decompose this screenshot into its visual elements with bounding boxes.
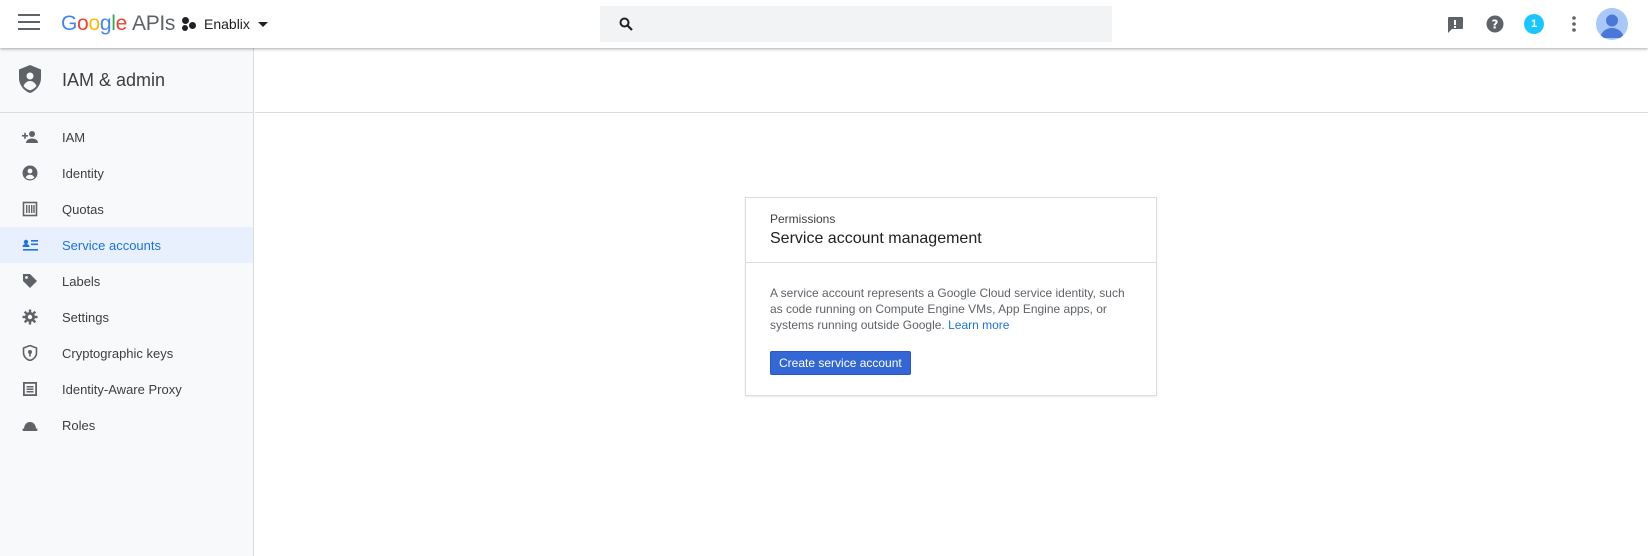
sidebar-item-labels[interactable]: Labels <box>0 263 253 299</box>
iam-shield-icon <box>19 65 41 93</box>
feedback-icon[interactable] <box>1445 14 1465 34</box>
card-overline: Permissions <box>770 212 836 226</box>
svg-text:?: ? <box>1492 18 1499 32</box>
account-avatar[interactable] <box>1596 8 1628 40</box>
learn-more-link[interactable]: Learn more <box>948 318 1009 332</box>
sidebar: IAM & admin IAM Identity Quotas Service … <box>0 48 254 556</box>
sidebar-item-identity[interactable]: Identity <box>0 155 253 191</box>
sidebar-item-cryptographic-keys[interactable]: Cryptographic keys <box>0 335 253 371</box>
sidebar-header: IAM & admin <box>0 48 253 113</box>
sidebar-title: IAM & admin <box>62 70 166 90</box>
sidebar-item-iam[interactable]: IAM <box>0 119 253 155</box>
apis-label: APIs <box>131 12 176 35</box>
top-app-bar: Google APIs Enablix ? 1 <box>0 0 1648 48</box>
main-header-bar <box>255 48 1648 113</box>
main-content: Permissions Service account management A… <box>255 48 1648 556</box>
sidebar-nav: IAM Identity Quotas Service accounts Lab… <box>0 113 253 443</box>
roles-icon <box>22 422 38 431</box>
service-account-card: Permissions Service account management A… <box>745 197 1157 396</box>
project-selector[interactable]: Enablix <box>182 13 268 35</box>
security-shield-icon <box>22 345 38 361</box>
card-body: A service account represents a Google Cl… <box>746 263 1156 375</box>
card-title: Service account management <box>770 230 982 247</box>
sidebar-item-roles[interactable]: Roles <box>0 407 253 443</box>
search-icon <box>619 17 633 31</box>
account-circle-icon <box>22 165 38 181</box>
help-icon[interactable]: ? <box>1485 14 1505 34</box>
proxy-icon <box>23 382 37 396</box>
label-icon <box>23 274 37 288</box>
person-add-icon <box>22 131 38 143</box>
avatar-person-icon <box>1600 14 1624 38</box>
more-vert-icon[interactable] <box>1564 14 1584 34</box>
project-name: Enablix <box>204 16 250 32</box>
card-description: A service account represents a Google Cl… <box>770 286 1125 332</box>
search-input[interactable] <box>646 6 1102 42</box>
create-service-account-button[interactable]: Create service account <box>770 351 911 375</box>
chevron-down-icon <box>257 21 268 27</box>
sidebar-item-identity-aware-proxy[interactable]: Identity-Aware Proxy <box>0 371 253 407</box>
sidebar-item-service-accounts[interactable]: Service accounts <box>0 227 253 263</box>
sidebar-item-quotas[interactable]: Quotas <box>0 191 253 227</box>
card-header: Permissions Service account management <box>746 198 1156 263</box>
quotas-icon <box>22 201 38 217</box>
search-bar[interactable] <box>600 6 1112 42</box>
service-account-icon <box>22 239 38 251</box>
gear-icon <box>22 309 38 325</box>
notifications-badge[interactable]: 1 <box>1524 14 1544 34</box>
project-dots-icon <box>182 17 198 31</box>
google-apis-logo[interactable]: Google APIs <box>61 12 175 36</box>
sidebar-item-settings[interactable]: Settings <box>0 299 253 335</box>
hamburger-menu-icon[interactable] <box>18 14 40 34</box>
